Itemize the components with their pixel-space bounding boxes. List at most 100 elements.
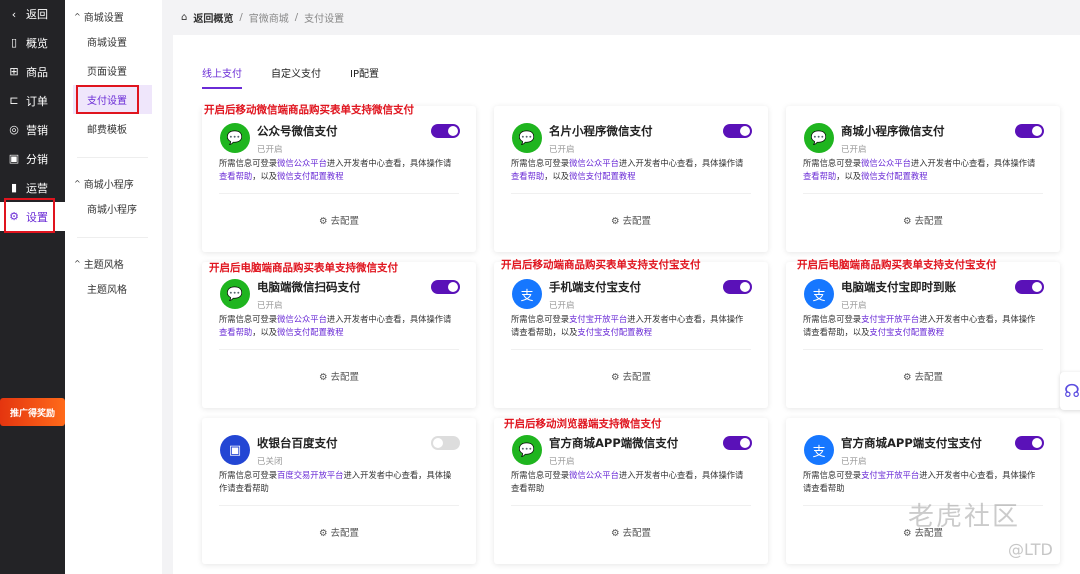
- annotation: 开启后移动端商品购买表单支持支付宝支付: [501, 259, 701, 271]
- card-status: 已关闭: [257, 457, 283, 467]
- card-description: 所需信息可登录微信公众平台进入开发者中心查看，具体操作请查看帮助，以及微信支付配…: [219, 314, 452, 337]
- nav-group[interactable]: ^ 商城小程序: [65, 172, 162, 194]
- enable-toggle[interactable]: [431, 280, 460, 294]
- desc-link[interactable]: 支付宝开放平台: [569, 314, 627, 324]
- desc-link[interactable]: 支付宝开放平台: [861, 314, 919, 324]
- enable-toggle[interactable]: [1015, 436, 1044, 450]
- monitor-icon: ▣: [8, 152, 20, 165]
- nav-group[interactable]: ^ 主题风格: [65, 252, 162, 274]
- annotation: 开启后移动微信端商品购买表单支持微信支付: [204, 104, 414, 116]
- gear-icon: ⚙: [902, 216, 912, 227]
- promo-banner[interactable]: 推广得奖励: [0, 398, 65, 426]
- book-icon: ▯: [10, 36, 18, 49]
- nav-group[interactable]: ^ 商城设置: [65, 5, 162, 27]
- tab-online-payment[interactable]: 线上支付: [202, 65, 242, 89]
- card-status: 已开启: [841, 145, 867, 155]
- desc-link[interactable]: 微信支付配置教程: [277, 327, 343, 337]
- desc-link[interactable]: 查看帮助: [219, 327, 252, 337]
- gear-icon: ⚙: [902, 372, 912, 383]
- enable-toggle[interactable]: [431, 436, 460, 450]
- payment-card: 💬 公众号微信支付 已开启 所需信息可登录微信公众平台进入开发者中心查看，具体操…: [202, 106, 476, 252]
- chevron-left-icon: ‹: [11, 7, 17, 21]
- enable-toggle[interactable]: [1015, 280, 1044, 294]
- desc-link[interactable]: 支付宝开放平台: [861, 470, 919, 480]
- desc-link[interactable]: 支付宝支付配置教程: [577, 327, 652, 337]
- payment-card: 💬 商城小程序微信支付 已开启 所需信息可登录微信公众平台进入开发者中心查看，具…: [786, 106, 1060, 252]
- tab-custom-payment[interactable]: 自定义支付: [271, 65, 321, 89]
- nav-item[interactable]: 邮费模板: [65, 114, 162, 143]
- divider: [511, 349, 751, 350]
- annotation: 开启后移动浏览器端支持微信支付: [504, 418, 662, 430]
- desc-link[interactable]: 查看帮助: [219, 171, 252, 181]
- card-title: 官方商城APP端支付宝支付: [841, 436, 982, 450]
- desktop-wechat-icon: 💬: [220, 279, 250, 309]
- desc-link[interactable]: 微信公众平台: [569, 470, 619, 480]
- card-status: 已开启: [549, 457, 575, 467]
- configure-button[interactable]: ⚙ 去配置: [494, 525, 768, 539]
- nav-item[interactable]: 主题风格: [65, 274, 162, 303]
- gear-icon: ⚙: [318, 528, 328, 539]
- sidebar-item-label: 返回: [26, 8, 48, 21]
- payment-card: 支 电脑端支付宝即时到账 已开启 所需信息可登录支付宝开放平台进入开发者中心查看…: [786, 262, 1060, 408]
- configure-button[interactable]: ⚙ 去配置: [494, 369, 768, 383]
- payment-card: ▣ 收银台百度支付 已关闭 所需信息可登录百度交易开放平台进入开发者中心查看，具…: [202, 418, 476, 564]
- card-status: 已开启: [841, 457, 867, 467]
- enable-toggle[interactable]: [723, 280, 752, 294]
- enable-toggle[interactable]: [723, 124, 752, 138]
- desc-link[interactable]: 微信公众平台: [569, 158, 619, 168]
- watermark-handle: @LTD: [1008, 540, 1053, 559]
- breadcrumb-home[interactable]: 返回概览: [193, 10, 233, 25]
- divider: [803, 193, 1043, 194]
- sidebar-item[interactable]: ◎ 营销: [0, 115, 65, 144]
- payment-card: 💬 官方商城APP端微信支付 已开启 所需信息可登录微信公众平台进入开发者中心查…: [494, 418, 768, 564]
- sidebar-item[interactable]: ▣ 分销: [0, 144, 65, 173]
- desktop-alipay-icon: 支: [804, 279, 834, 309]
- configure-button[interactable]: ⚙ 去配置: [202, 525, 476, 539]
- configure-button[interactable]: ⚙ 去配置: [786, 369, 1060, 383]
- configure-button[interactable]: ⚙ 去配置: [494, 213, 768, 227]
- card-title: 电脑端微信扫码支付: [257, 280, 361, 294]
- desc-link[interactable]: 查看帮助: [511, 171, 544, 181]
- tab-ip-config[interactable]: IP配置: [350, 65, 379, 89]
- card-description: 所需信息可登录支付宝开放平台进入开发者中心查看，具体操作请查看帮助: [803, 470, 1036, 493]
- desc-link[interactable]: 查看帮助: [803, 171, 836, 181]
- card-description: 所需信息可登录支付宝开放平台进入开发者中心查看，具体操作请查看帮助，以及支付宝支…: [511, 314, 744, 337]
- sidebar-item-label: 概览: [26, 36, 48, 50]
- highlight-box: [4, 198, 55, 233]
- desc-link[interactable]: 微信公众平台: [861, 158, 911, 168]
- divider: [803, 349, 1043, 350]
- card-description: 所需信息可登录微信公众平台进入开发者中心查看，具体操作请查看帮助: [511, 470, 744, 493]
- enable-toggle[interactable]: [431, 124, 460, 138]
- sidebar-item-label: 营销: [26, 123, 48, 137]
- nav-item[interactable]: 商城设置: [65, 27, 162, 56]
- sidebar-item[interactable]: ▯ 概览: [0, 28, 65, 57]
- customer-service-icon[interactable]: ☊: [1060, 372, 1080, 410]
- nav-item[interactable]: 商城小程序: [65, 194, 162, 223]
- sidebar-item[interactable]: ⊏ 订单: [0, 86, 65, 115]
- desc-link[interactable]: 微信支付配置教程: [569, 171, 635, 181]
- desc-link[interactable]: 微信公众平台: [277, 314, 327, 324]
- sidebar-item-label: 分销: [26, 152, 48, 166]
- nav-item[interactable]: 页面设置: [65, 56, 162, 85]
- configure-button[interactable]: ⚙ 去配置: [202, 213, 476, 227]
- divider: [511, 193, 751, 194]
- desc-link[interactable]: 微信支付配置教程: [861, 171, 927, 181]
- desc-link[interactable]: 微信公众平台: [277, 158, 327, 168]
- card-description: 所需信息可登录百度交易开放平台进入开发者中心查看，具体操作请查看帮助: [219, 470, 452, 493]
- divider: [511, 505, 751, 506]
- desc-link[interactable]: 微信支付配置教程: [277, 171, 343, 181]
- desc-link[interactable]: 支付宝支付配置教程: [869, 327, 944, 337]
- divider: [219, 505, 459, 506]
- card-description: 所需信息可登录微信公众平台进入开发者中心查看，具体操作请查看帮助，以及微信支付配…: [803, 158, 1036, 181]
- desc-link[interactable]: 百度交易开放平台: [277, 470, 343, 480]
- chevron-up-icon: ^: [74, 11, 81, 21]
- gear-icon: ⚙: [610, 216, 620, 227]
- enable-toggle[interactable]: [723, 436, 752, 450]
- enable-toggle[interactable]: [1015, 124, 1044, 138]
- configure-button[interactable]: ⚙ 去配置: [786, 213, 1060, 227]
- card-title: 收银台百度支付: [257, 436, 338, 450]
- configure-button[interactable]: ⚙ 去配置: [202, 369, 476, 383]
- sidebar-item[interactable]: ⊞ 商品: [0, 57, 65, 86]
- sidebar-item[interactable]: ‹ 返回: [0, 0, 65, 28]
- breadcrumb-item[interactable]: 官微商城: [249, 10, 289, 25]
